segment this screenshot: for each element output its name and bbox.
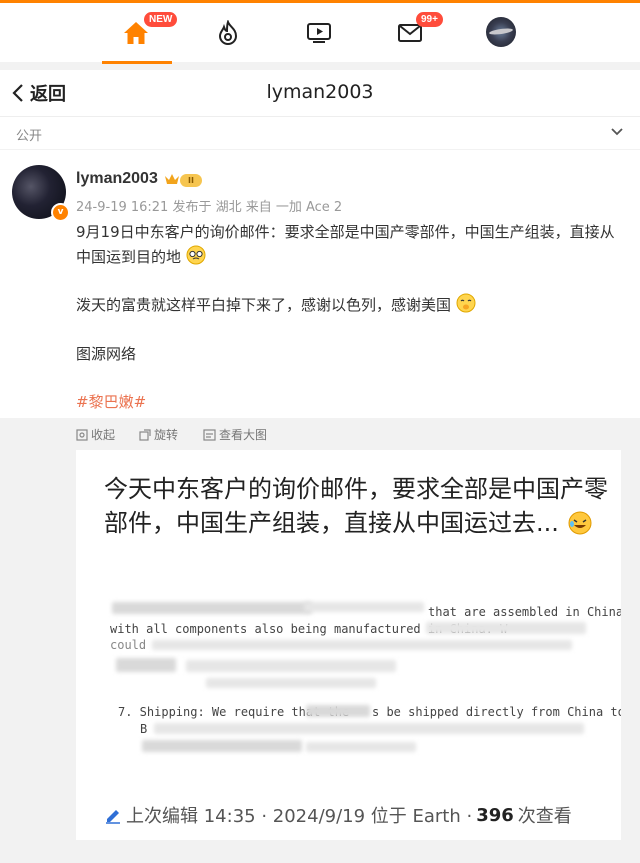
page-header: 返回 lyman2003 [0, 70, 640, 117]
email-line-3: could [110, 638, 147, 652]
visibility-selector[interactable]: 公开 [0, 117, 640, 149]
redacted-text [116, 658, 176, 672]
edit-info-line: 上次编辑 14:35 · 2024/9/19 位于 Earth · 396 次查… [104, 802, 572, 828]
unread-badge: 99+ [416, 12, 443, 27]
redacted-text [306, 742, 416, 752]
flame-icon [218, 20, 238, 45]
author-name[interactable]: lyman2003 [76, 170, 158, 188]
zoom-icon [203, 428, 216, 441]
email-line-1: that are assembled in China [428, 605, 621, 619]
visibility-label: 公开 [16, 129, 43, 144]
pencil-icon [106, 810, 120, 824]
page-title: lyman2003 [266, 81, 374, 103]
collapse-button[interactable]: 收起 [76, 426, 115, 443]
redacted-text [206, 678, 376, 688]
video-tab[interactable] [297, 11, 341, 55]
redacted-text [152, 640, 572, 650]
collapse-icon [76, 428, 88, 441]
view-count: 396 [476, 804, 514, 826]
crown-icon [165, 174, 179, 184]
top-navigation-bar: NEW 99+ [0, 0, 640, 64]
chevron-down-icon [611, 128, 623, 136]
redacted-text [154, 723, 584, 734]
active-tab-indicator [102, 61, 172, 64]
post-image[interactable]: 今天中东客户的询价邮件，要求全部是中国产零部件，中国生产组装，直接从中国运过去.… [76, 450, 621, 840]
dizzy-face-emoji-icon [186, 245, 206, 265]
hot-tab[interactable] [206, 11, 250, 55]
post-paragraph-1: 9月19日中东客户的询价邮件：要求全部是中国产零部件，中国生产组装，直接从中国运… [76, 223, 615, 266]
email-line-4b: s be shipped directly from China to [372, 705, 621, 719]
redacted-text [304, 602, 424, 612]
redacted-text [306, 705, 370, 717]
post-meta: 24-9-19 16:21 发布于 湖北 来自 一加 Ace 2 [76, 200, 343, 215]
view-large-button[interactable]: 查看大图 [203, 426, 267, 443]
verified-badge: v [51, 203, 70, 222]
rotate-icon [139, 428, 151, 441]
redacted-text [142, 740, 302, 752]
post-paragraph-2: 泼天的富贵就这样平白掉下来了，感谢以色列，感谢美国 [76, 293, 626, 318]
email-line-5: B [140, 722, 148, 736]
rotate-button[interactable]: 旋转 [139, 426, 178, 443]
redacted-text [426, 622, 586, 634]
redacted-text [112, 602, 312, 614]
level-badge: II [180, 174, 202, 187]
post-card: v lyman2003 II 24-9-19 16:21 发布于 湖北 来自 一… [0, 150, 640, 418]
video-icon [307, 23, 331, 43]
profile-avatar[interactable] [486, 17, 516, 47]
hashtag-link[interactable]: #黎巴嫩# [76, 390, 626, 415]
shushing-face-emoji-icon [456, 293, 476, 313]
redacted-text [186, 660, 396, 672]
image-actions: 收起 旋转 查看大图 [0, 418, 640, 450]
rofl-emoji-icon [568, 511, 592, 535]
post-paragraph-3: 图源网络 [76, 345, 137, 363]
new-badge: NEW [144, 12, 178, 27]
image-title-text: 今天中东客户的询价邮件，要求全部是中国产零部件，中国生产组装，直接从中国运过去.… [104, 475, 608, 537]
